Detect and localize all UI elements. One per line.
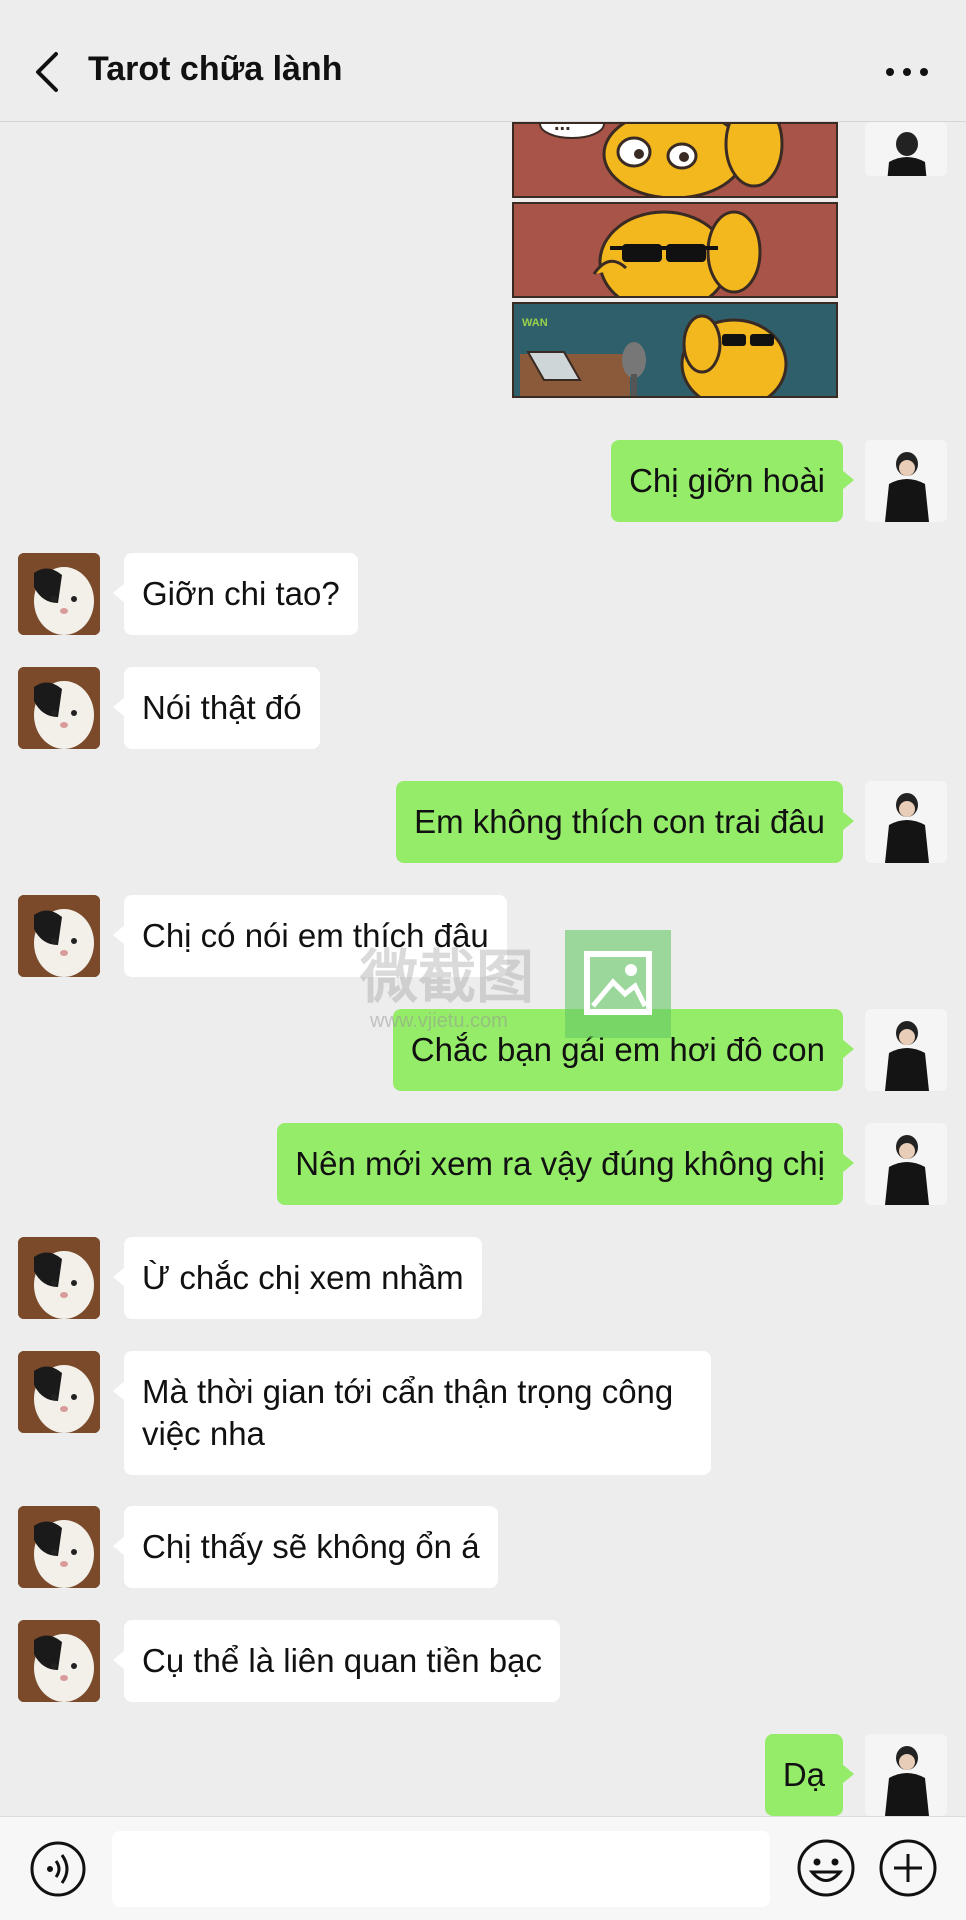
message-bubble-sent[interactable]: Chắc bạn gái em hơi đô con [392, 1009, 855, 1091]
message-bubble-received[interactable]: Nói thật đó [113, 667, 320, 749]
message-bubble-received[interactable]: Mà thời gian tới cẩn thận trọng công việ… [113, 1351, 711, 1475]
avatar[interactable] [865, 1123, 947, 1205]
message-bubble-sent[interactable]: Em không thích con trai đâu [396, 781, 854, 863]
avatar[interactable] [18, 667, 100, 749]
emoji-icon[interactable] [795, 1837, 857, 1899]
avatar[interactable] [865, 781, 947, 863]
message-bubble-received[interactable]: Cụ thể là liên quan tiền bạc [113, 1620, 560, 1702]
sticker-speech-text: ... [554, 124, 571, 135]
avatar[interactable] [18, 1237, 100, 1319]
avatar[interactable] [18, 1351, 100, 1433]
avatar[interactable] [18, 895, 100, 977]
message-input[interactable] [112, 1831, 770, 1907]
message-bubble-sent[interactable]: Nên mới xem ra vậy đúng không chị [277, 1123, 854, 1205]
message-bubble-sent[interactable]: Dạ [764, 1734, 855, 1816]
input-bar [0, 1816, 966, 1920]
message-bubble-received[interactable]: Chị có nói em thích đâu [113, 895, 507, 977]
sticker-message[interactable]: ... WAN [512, 122, 838, 402]
avatar[interactable] [18, 1620, 100, 1702]
sticker-panel-1: ... [512, 122, 838, 198]
avatar[interactable] [865, 122, 947, 176]
message-list[interactable]: ... WAN Chị giỡn hoài Giỡn chi tao? Nói … [0, 122, 966, 1816]
chat-header: Tarot chữa lành [0, 0, 966, 122]
plus-icon[interactable] [877, 1837, 939, 1899]
avatar[interactable] [18, 553, 100, 635]
avatar[interactable] [18, 1506, 100, 1588]
message-bubble-received[interactable]: Giỡn chi tao? [113, 553, 358, 635]
sticker-corner-logo: WAN [522, 317, 548, 329]
voice-input-icon[interactable] [28, 1839, 88, 1899]
avatar[interactable] [865, 1734, 947, 1816]
avatar[interactable] [865, 440, 947, 522]
message-bubble-received[interactable]: Ừ chắc chị xem nhầm [113, 1237, 482, 1319]
more-options-icon[interactable] [882, 52, 932, 92]
message-bubble-received[interactable]: Chị thấy sẽ không ổn á [113, 1506, 498, 1588]
sticker-panel-3: WAN [512, 302, 838, 398]
sticker-panel-2 [512, 202, 838, 298]
avatar[interactable] [865, 1009, 947, 1091]
back-arrow-icon[interactable] [28, 46, 68, 98]
message-bubble-sent[interactable]: Chị giỡn hoài [611, 440, 854, 522]
chat-title: Tarot chữa lành [88, 50, 343, 88]
